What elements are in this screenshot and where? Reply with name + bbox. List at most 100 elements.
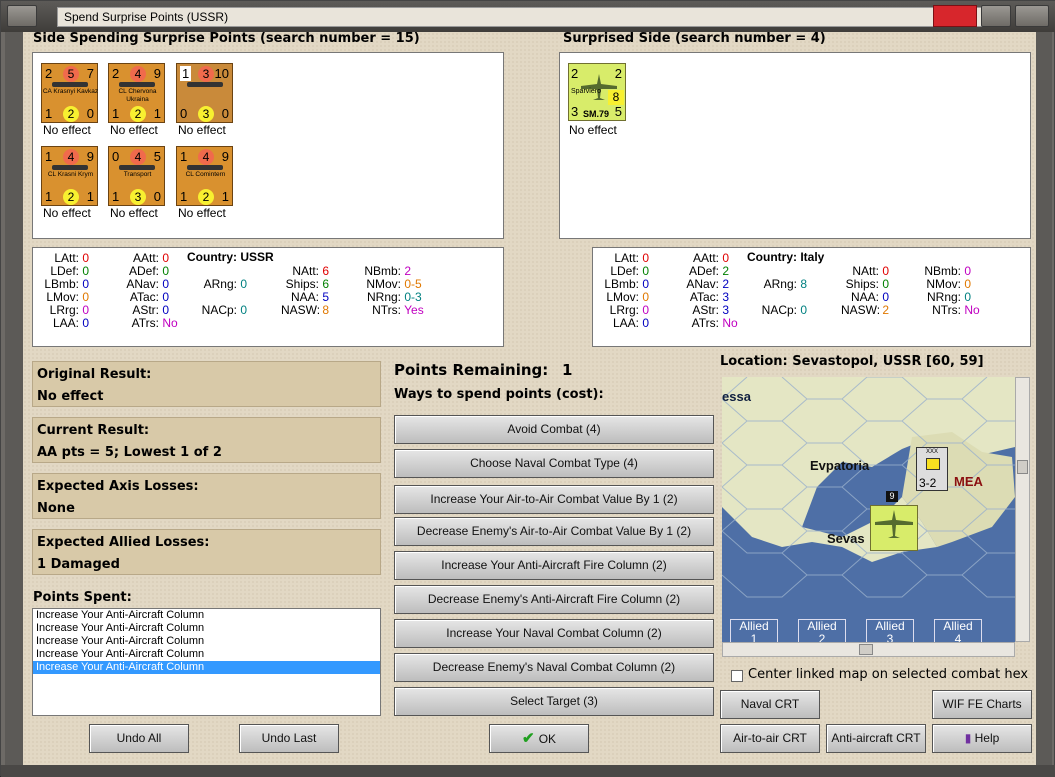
undo-all-button[interactable]: Undo All [89, 724, 189, 753]
unit-bottom-left: 1 [45, 189, 53, 204]
spend-option-button[interactable]: Avoid Combat (4) [394, 415, 714, 444]
spending-unit-counter[interactable]: 1 4 9 CL Comintern 1 2 1 [176, 146, 233, 206]
checkmark-icon: ✔ [521, 730, 539, 747]
spending-side-header: Side Spending Surprise Points (search nu… [33, 31, 420, 46]
undo-last-button[interactable]: Undo Last [239, 724, 339, 753]
stat-adef: ADef: 0 [128, 264, 170, 278]
minimize-button[interactable] [981, 5, 1011, 27]
unit-bottom-mid: 2 [63, 106, 79, 122]
points-spent-label: Points Spent: [33, 590, 132, 605]
spending-unit-counter[interactable]: 2 4 9 CL Chervona Ukraina 1 2 1 [108, 63, 165, 123]
spend-option-button[interactable]: Decrease Enemy's Anti-Aircraft Fire Colu… [394, 585, 714, 614]
axis-losses-box: Expected Axis Losses: None [32, 473, 381, 519]
ship-icon [187, 82, 223, 87]
unit-bottom-right: 0 [153, 189, 161, 204]
unit-range: 8 [608, 90, 624, 105]
points-spent-item[interactable]: Increase Your Anti-Aircraft Column [33, 661, 380, 674]
current-result-value: AA pts = 5; Lowest 1 of 2 [37, 445, 222, 460]
stat-atac: ATac: 0 [129, 290, 170, 304]
allied-tab[interactable]: Allied 3 [866, 619, 914, 642]
allied-tab[interactable]: Allied 4 [934, 619, 982, 642]
stat-naa: NAA: 5 [290, 290, 330, 304]
spend-option-button[interactable]: Increase Your Naval Combat Column (2) [394, 619, 714, 648]
naval-crt-button[interactable]: Naval CRT [720, 690, 820, 719]
stat-lmov: LMov: 0 [46, 290, 90, 304]
air-to-air-crt-button[interactable]: Air-to-air CRT [720, 724, 820, 753]
map-label-evpatoria: Evpatoria [810, 458, 870, 473]
map-view[interactable]: essa Evpatoria MEA Sevas XXX 3-2 9 Allie… [722, 377, 1015, 642]
stat-ldef: LDef: 0 [50, 264, 90, 278]
map-army-counter[interactable]: XXX 3-2 [916, 447, 948, 491]
allied-tab-label: Allied [807, 619, 837, 633]
map-air-counter[interactable] [870, 505, 918, 551]
stat-nrng: NRng: 0-3 [366, 290, 422, 304]
points-spent-list[interactable]: Increase Your Anti-Aircraft Column Increa… [32, 608, 381, 716]
map-horizontal-scrollbar[interactable] [722, 642, 1015, 657]
unit-top-left: 1 [45, 149, 53, 164]
map-unit-value: 3-2 [919, 476, 937, 490]
spend-option-button[interactable]: Select Target (3) [394, 687, 714, 716]
unit-bottom-left: 1 [112, 189, 120, 204]
center-linked-checkbox[interactable] [731, 670, 743, 682]
surprised-unit-counter[interactable]: 2 2 Sparviero 8 3 SM.79 5 [568, 63, 626, 121]
ship-icon [52, 165, 88, 170]
bottom-frame [1, 765, 1055, 777]
stat-lmov: LMov: 0 [606, 290, 650, 304]
stat-nacp: NACp: 0 [761, 303, 808, 317]
points-spent-item[interactable]: Increase Your Anti-Aircraft Column [33, 622, 380, 635]
spending-unit-counter[interactable]: 1 3 10 0 3 0 [176, 63, 233, 123]
unit-top-mid: 4 [130, 66, 146, 82]
spend-option-button[interactable]: Decrease Enemy's Air-to-Air Combat Value… [394, 517, 714, 546]
stat-nbmb: NBmb: 0 [924, 264, 972, 278]
unit-effect: No effect [110, 206, 158, 220]
points-spent-item[interactable]: Increase Your Anti-Aircraft Column [33, 648, 380, 661]
spend-option-button[interactable]: Increase Your Air-to-Air Combat Value By… [394, 485, 714, 514]
stat-lrrg: LRrg: 0 [49, 303, 90, 317]
allied-tab[interactable]: Allied 2 [798, 619, 846, 642]
current-result-box: Current Result: AA pts = 5; Lowest 1 of … [32, 417, 381, 463]
ship-icon [119, 165, 155, 170]
help-button[interactable]: ▮ Help [932, 724, 1032, 753]
allied-losses-value: 1 Damaged [37, 557, 120, 572]
ok-button[interactable]: ✔ OK [489, 724, 589, 753]
stat-nasw: NASW: 8 [281, 303, 330, 317]
stat-latt: LAtt: 0 [614, 251, 650, 265]
unit-bottom-left: 1 [112, 106, 120, 121]
maximize-button[interactable] [1015, 5, 1049, 27]
unit-effect: No effect [43, 206, 91, 220]
unit-bottom-left: 0 [180, 106, 188, 121]
ship-icon [52, 82, 88, 87]
anti-aircraft-crt-button[interactable]: Anti-aircraft CRT [826, 724, 926, 753]
unit-bottom-mid: 2 [130, 106, 146, 122]
stat-latt: LAtt: 0 [54, 251, 90, 265]
spend-option-button[interactable]: Choose Naval Combat Type (4) [394, 449, 714, 478]
stat-ships: Ships: 0 [845, 277, 890, 291]
spending-unit-counter[interactable]: 1 4 9 CL Krasni Krym 1 2 1 [41, 146, 98, 206]
spend-option-button[interactable]: Decrease Enemy's Naval Combat Column (2) [394, 653, 714, 682]
ship-icon [119, 82, 155, 87]
allied-tab[interactable]: Allied 1 [730, 619, 778, 642]
spending-unit-counter[interactable]: 2 5 7 CA Krasnyi Kavkaz 1 2 0 [41, 63, 98, 123]
unit-top-right: 10 [214, 66, 229, 81]
map-label-sevastopol: Sevas [827, 531, 865, 546]
wif-fe-charts-button[interactable]: WIF FE Charts [932, 690, 1032, 719]
map-vscroll-thumb[interactable] [1017, 460, 1028, 474]
map-unit-size: XXX [926, 449, 939, 455]
title-bar[interactable]: Spend Surprise Points (USSR) [1, 1, 1055, 32]
map-plane-icon [875, 510, 913, 538]
help-label: Help [974, 731, 1000, 745]
map-hscroll-thumb[interactable] [859, 644, 873, 655]
unit-top-left: 1 [180, 66, 192, 81]
points-spent-item[interactable]: Increase Your Anti-Aircraft Column [33, 635, 380, 648]
original-result-value: No effect [37, 389, 104, 404]
map-vertical-scrollbar[interactable] [1015, 377, 1030, 642]
spend-option-button[interactable]: Increase Your Anti-Aircraft Fire Column … [394, 551, 714, 580]
unit-top-mid: 5 [63, 66, 79, 82]
close-button[interactable] [933, 5, 977, 27]
system-menu-button[interactable] [7, 5, 37, 27]
surprised-stats-panel: LAtt: 0 LDef: 0 LBmb: 0 LMov: 0 LRrg: 0 LAA: … [592, 247, 1031, 347]
stat-nrng: NRng: 0 [926, 290, 972, 304]
points-spent-item[interactable]: Increase Your Anti-Aircraft Column [33, 609, 380, 622]
allied-tab-label: Allied [875, 619, 905, 633]
spending-unit-counter[interactable]: 0 4 5 Transport 1 3 0 [108, 146, 165, 206]
